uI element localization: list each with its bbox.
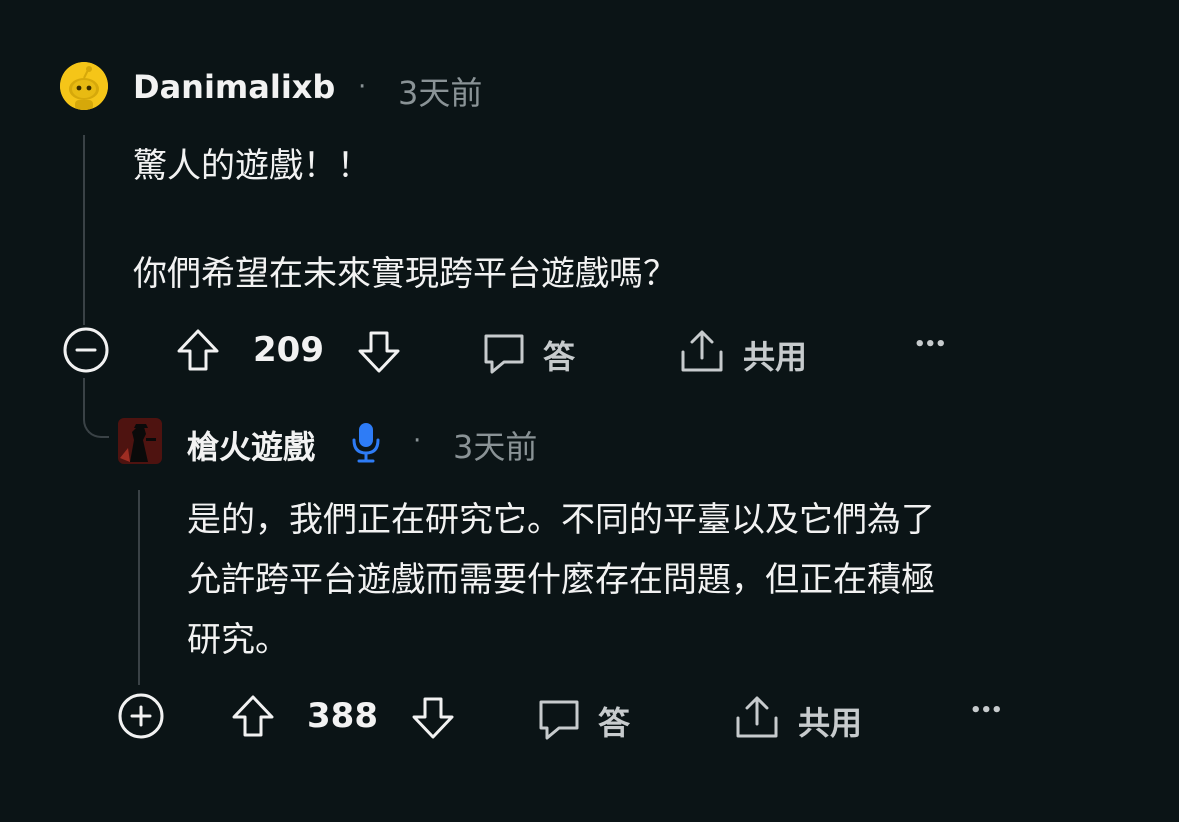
downvote-icon[interactable]: [355, 328, 403, 376]
downvote-icon[interactable]: [409, 694, 457, 742]
more-options-button[interactable]: •••: [914, 334, 947, 355]
more-options-button[interactable]: •••: [970, 700, 1003, 721]
reply-connector: [83, 378, 109, 438]
avatar[interactable]: [118, 418, 162, 464]
comment-body-line: 驚人的遊戲！！: [133, 146, 371, 186]
comment-username[interactable]: Danimalixb: [133, 68, 335, 106]
comment-timestamp: 3天前: [453, 428, 538, 466]
share-icon[interactable]: [733, 692, 781, 742]
upvote-icon[interactable]: [174, 326, 222, 374]
comment-body-line: 允許跨平台遊戲而需要什麼存在問題，但正在積極: [187, 560, 935, 600]
share-icon[interactable]: [678, 326, 726, 376]
comment-body-line: 你們希望在未來實現跨平台遊戲嗎？: [133, 254, 677, 294]
meta-separator: ·: [413, 426, 422, 456]
vote-count: 209: [253, 330, 324, 370]
thread-line-1: [83, 135, 85, 325]
reply-bubble-icon[interactable]: [480, 328, 528, 376]
vote-count: 388: [307, 696, 378, 736]
reply-button[interactable]: 答: [543, 332, 575, 378]
comment-body-line: 是的，我們正在研究它。不同的平臺以及它們為了: [187, 500, 935, 540]
thread-line-2: [138, 490, 140, 685]
microphone-icon: [349, 420, 383, 464]
upvote-icon[interactable]: [229, 692, 277, 740]
comment-username[interactable]: 槍火遊戲: [187, 422, 315, 468]
reply-bubble-icon[interactable]: [535, 694, 583, 742]
avatar[interactable]: [60, 62, 108, 110]
minus-circle-icon[interactable]: [62, 326, 110, 374]
share-button[interactable]: 共用: [798, 698, 862, 744]
comment-body-line: 研究。: [187, 620, 289, 660]
share-button[interactable]: 共用: [743, 332, 807, 378]
plus-circle-icon[interactable]: [117, 692, 165, 740]
reply-button[interactable]: 答: [598, 698, 630, 744]
comment-timestamp: 3天前: [398, 74, 483, 112]
meta-separator: ·: [358, 72, 367, 102]
